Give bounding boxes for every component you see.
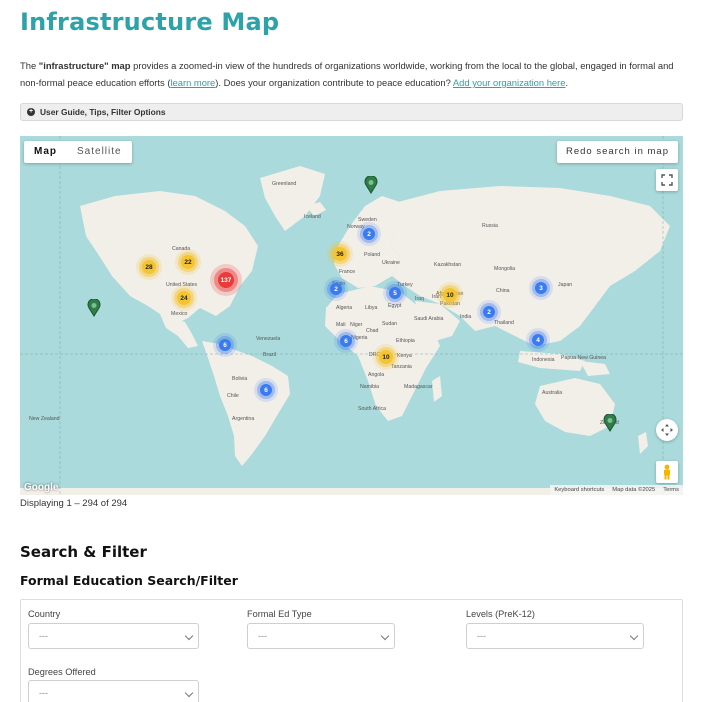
results-count: Displaying 1 – 294 of 294 xyxy=(20,498,128,509)
cluster-turkey[interactable]: 5 xyxy=(389,287,401,299)
map-pin-icon[interactable] xyxy=(87,299,101,317)
country-select[interactable]: --- xyxy=(28,623,199,649)
pegman-icon xyxy=(664,464,670,480)
cluster-east-asia[interactable]: 3 xyxy=(535,282,547,294)
country-label: Country xyxy=(28,609,61,619)
cluster-canada[interactable]: 22 xyxy=(181,255,195,269)
cluster-canada-west[interactable]: 28 xyxy=(142,260,156,274)
cluster-middle-east[interactable]: 10 xyxy=(443,288,457,302)
intro-end: . xyxy=(565,77,569,88)
map-pin-icon[interactable] xyxy=(603,414,617,432)
intro-prefix: The xyxy=(20,60,39,71)
fullscreen-icon xyxy=(661,174,673,186)
google-logo: Google xyxy=(24,482,59,493)
learn-more-link[interactable]: learn more xyxy=(170,77,215,88)
fullscreen-button[interactable] xyxy=(656,169,678,191)
chevron-down-icon xyxy=(184,631,194,641)
chevron-down-icon xyxy=(629,631,639,641)
cluster-southeast-asia[interactable]: 4 xyxy=(532,334,544,346)
street-view-pegman-button[interactable] xyxy=(656,461,678,483)
keyboard-shortcuts-link[interactable]: Keyboard shortcuts xyxy=(550,485,608,495)
cluster-north-sea[interactable]: 2 xyxy=(363,228,375,240)
cluster-usa-south[interactable]: 24 xyxy=(177,291,191,305)
cluster-usa-east[interactable]: 137 xyxy=(218,272,234,288)
user-guide-toggle[interactable]: + User Guide, Tips, Filter Options xyxy=(20,103,683,121)
intro-bold: "infrastructure" map xyxy=(38,60,131,71)
infrastructure-map[interactable]: Greenland Iceland Canada United States M… xyxy=(20,136,683,495)
degrees-offered-value: --- xyxy=(39,688,48,698)
cluster-europe[interactable]: 36 xyxy=(333,247,347,261)
cluster-west-africa[interactable]: 6 xyxy=(340,335,352,347)
cluster-south-asia[interactable]: 2 xyxy=(483,306,495,318)
map-attribution: Keyboard shortcuts Map data ©2025 Terms xyxy=(550,485,683,495)
user-guide-label: User Guide, Tips, Filter Options xyxy=(40,107,166,117)
cluster-mediterranean[interactable]: 2 xyxy=(330,283,342,295)
formal-ed-type-select[interactable]: --- xyxy=(247,623,395,649)
levels-select[interactable]: --- xyxy=(466,623,644,649)
country-select-value: --- xyxy=(39,631,48,641)
intro-mid2: ). Does your organization contribute to … xyxy=(215,77,453,88)
map-data-text: Map data ©2025 xyxy=(612,487,656,493)
world-map-graphic xyxy=(20,136,683,495)
chevron-down-icon xyxy=(184,688,194,698)
add-organization-link[interactable]: Add your organization here xyxy=(453,77,566,88)
cluster-south-brazil[interactable]: 6 xyxy=(260,384,272,396)
move-arrows-icon xyxy=(661,424,673,436)
map-type-map-button[interactable]: Map xyxy=(24,141,67,163)
formal-ed-type-label: Formal Ed Type xyxy=(247,609,312,619)
levels-label: Levels (PreK-12) xyxy=(466,609,535,619)
page-title: Infrastructure Map xyxy=(20,8,280,36)
degrees-offered-label: Degrees Offered xyxy=(28,667,96,677)
plus-circle-icon: + xyxy=(27,108,35,116)
search-filter-heading: Search & Filter xyxy=(20,543,147,561)
map-type-control: Map Satellite xyxy=(24,141,132,163)
chevron-down-icon xyxy=(380,631,390,641)
formal-ed-type-value: --- xyxy=(258,631,267,641)
degrees-offered-select[interactable]: --- xyxy=(28,680,199,702)
formal-education-heading: Formal Education Search/Filter xyxy=(20,573,238,588)
terms-link[interactable]: Terms xyxy=(659,485,683,495)
intro-text: The "infrastructure" map provides a zoom… xyxy=(20,57,682,91)
map-pin-icon[interactable] xyxy=(364,176,378,194)
cluster-colombia[interactable]: 6 xyxy=(219,339,231,351)
redo-search-button[interactable]: Redo search in map xyxy=(556,141,678,163)
map-type-satellite-button[interactable]: Satellite xyxy=(67,141,132,163)
levels-select-value: --- xyxy=(477,631,486,641)
cluster-east-africa[interactable]: 10 xyxy=(379,350,393,364)
camera-control-button[interactable] xyxy=(656,419,678,441)
